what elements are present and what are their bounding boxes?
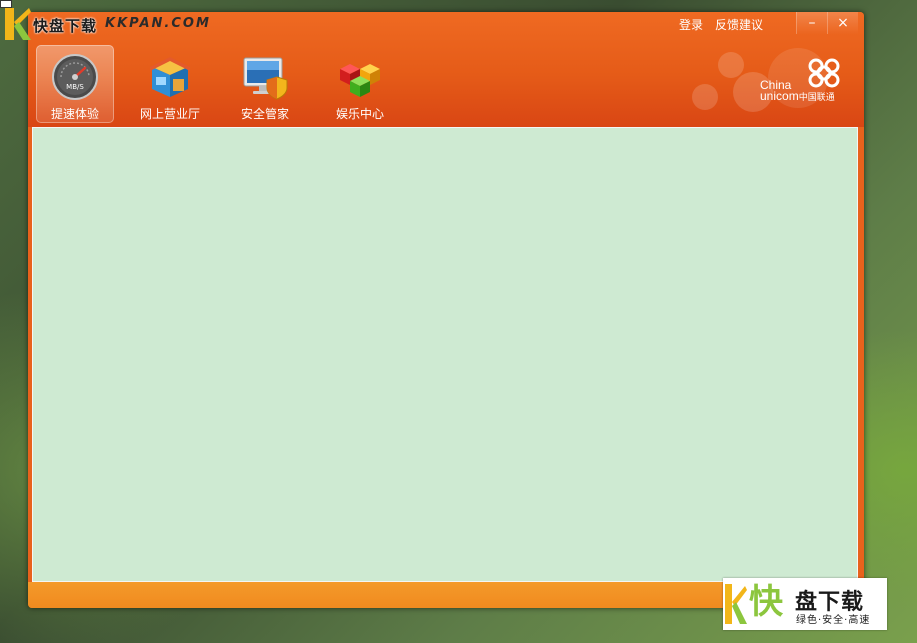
watermark-k-logo — [5, 8, 31, 40]
cubes-icon — [340, 64, 380, 97]
site-watermark-bottom: 快 盘下载 绿色·安全·高速 — [723, 578, 887, 630]
speedometer-unit: MB/S — [66, 83, 84, 91]
desktop-corner — [0, 0, 12, 8]
nav-item-security[interactable]: 安全管家 — [226, 45, 304, 123]
nav-label: 网上营业厅 — [139, 107, 200, 121]
nav-item-online-store[interactable]: 网上营业厅 — [131, 45, 209, 123]
store-icon — [150, 57, 190, 97]
nav-item-entertainment[interactable]: 娱乐中心 — [321, 45, 399, 123]
main-content-area — [32, 127, 858, 582]
monitor-shield-icon — [243, 57, 288, 100]
header-links: 登录 反馈建议 — [678, 16, 764, 33]
brand-text: China unicom中国联通 — [760, 79, 835, 103]
feedback-link[interactable]: 反馈建议 — [714, 16, 764, 33]
minimize-button[interactable]: – — [796, 12, 827, 34]
speedometer-icon: MB/S — [52, 54, 98, 100]
site-watermark-top: 快盘下载 KKPAN.COM — [5, 8, 209, 40]
decor-bubble — [692, 84, 718, 110]
nav-label: 提速体验 — [50, 107, 99, 121]
china-unicom-logo: China unicom中国联通 — [760, 56, 850, 108]
watermark-kuai: 快 — [749, 582, 783, 622]
minimize-icon: – — [808, 15, 816, 31]
watermark-subtitle: 绿色·安全·高速 — [796, 615, 871, 626]
app-window: 登录 反馈建议 – × MB/S 提速体验 网上营业厅 安全管家 娱乐中心 Ch… — [28, 12, 864, 608]
nav-item-speed-test[interactable]: MB/S 提速体验 — [36, 45, 114, 123]
main-nav: MB/S 提速体验 网上营业厅 安全管家 娱乐中心 — [36, 45, 416, 123]
decor-bubble — [718, 52, 744, 78]
nav-label: 娱乐中心 — [335, 107, 384, 121]
close-icon: × — [837, 15, 849, 31]
watermark-en-text: KKPAN.COM — [105, 16, 211, 31]
brand-cn: 中国联通 — [798, 92, 835, 102]
brand-en-line2: unicom — [760, 89, 799, 103]
nav-label: 安全管家 — [240, 107, 289, 121]
login-link[interactable]: 登录 — [678, 16, 704, 33]
close-button[interactable]: × — [827, 12, 858, 34]
window-controls: – × — [796, 12, 858, 34]
watermark-cn-text: 快盘下载 — [33, 17, 98, 35]
watermark-k-logo — [725, 584, 747, 624]
